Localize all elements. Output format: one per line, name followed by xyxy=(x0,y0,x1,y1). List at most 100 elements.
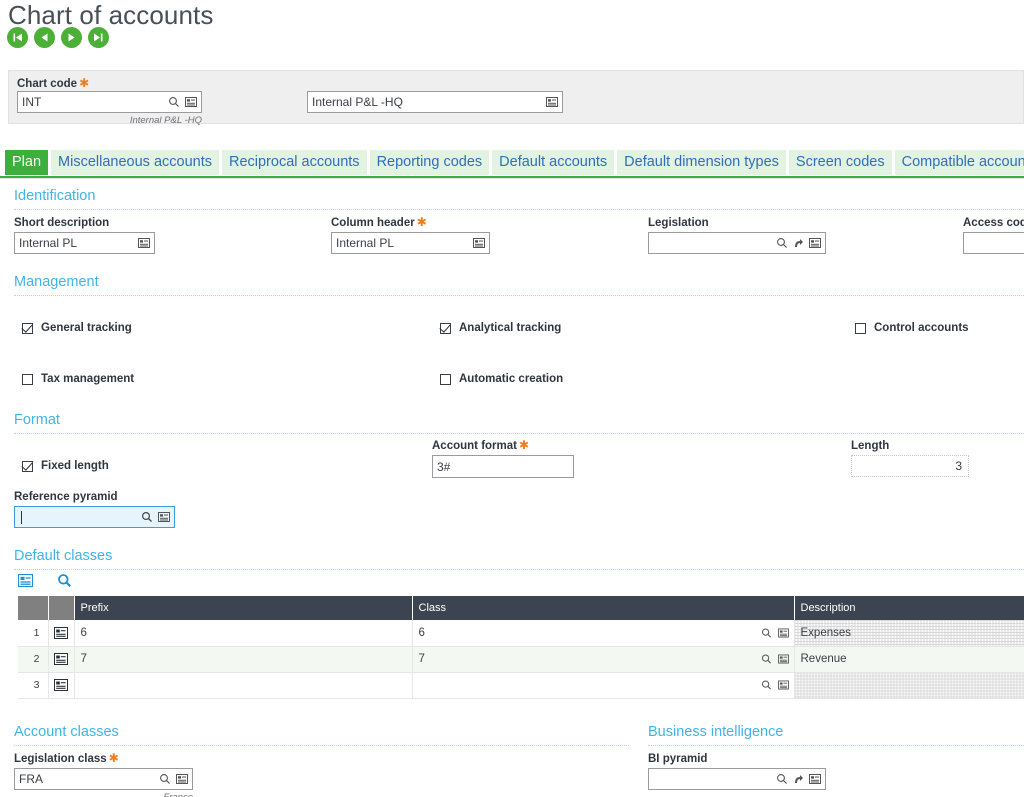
lookup-icon[interactable] xyxy=(158,512,170,522)
checkbox-label: Fixed length xyxy=(41,460,109,472)
lookup-icon[interactable] xyxy=(546,97,558,107)
lookup-icon[interactable] xyxy=(778,681,789,690)
cell-class[interactable]: 6 xyxy=(412,620,794,646)
row-actions-cell[interactable] xyxy=(48,620,74,646)
row-actions-cell[interactable] xyxy=(48,672,74,698)
cell-class[interactable] xyxy=(412,672,794,698)
required-indicator: ✱ xyxy=(417,215,427,229)
next-record-button[interactable] xyxy=(61,27,82,48)
lookup-icon[interactable] xyxy=(778,628,789,637)
checkbox-control-accounts[interactable]: Control accounts xyxy=(855,322,969,334)
cell-prefix[interactable]: 6 xyxy=(74,620,412,646)
search-icon[interactable] xyxy=(159,773,171,785)
column-header-class[interactable]: Class xyxy=(412,596,794,620)
short-description-input[interactable]: Internal PL xyxy=(14,232,155,254)
checkbox-analytical-tracking[interactable]: Analytical tracking xyxy=(440,322,561,334)
tab-screen-codes[interactable]: Screen codes xyxy=(789,150,892,175)
search-icon[interactable] xyxy=(761,654,772,665)
tab-plan[interactable]: Plan xyxy=(5,150,48,175)
lookup-icon[interactable] xyxy=(138,238,150,248)
tab-miscellaneous-accounts[interactable]: Miscellaneous accounts xyxy=(51,150,219,175)
row-menu-icon[interactable] xyxy=(54,627,68,639)
tab-reciprocal-accounts[interactable]: Reciprocal accounts xyxy=(222,150,367,175)
column-header-value: Internal PL xyxy=(332,236,473,250)
cell-prefix[interactable] xyxy=(74,672,412,698)
checkbox-general-tracking[interactable]: General tracking xyxy=(22,322,132,334)
jump-to-icon[interactable] xyxy=(793,774,804,785)
lookup-icon[interactable] xyxy=(809,774,821,784)
section-rule-default-classes xyxy=(14,569,1024,570)
cell-class[interactable]: 7 xyxy=(412,646,794,672)
chart-description-value: Internal P&L -HQ xyxy=(308,95,546,109)
checkbox-fixed-length[interactable]: Fixed length xyxy=(22,460,109,472)
row-number: 1 xyxy=(18,620,48,646)
cell-class-value: 6 xyxy=(419,627,425,639)
table-row[interactable]: 1 6 6 Expenses xyxy=(18,620,1024,646)
lookup-icon[interactable] xyxy=(473,238,485,248)
lookup-icon[interactable] xyxy=(809,238,821,248)
checkbox-label: General tracking xyxy=(41,322,132,334)
default-classes-grid[interactable]: Prefix Class Description 1 6 6 xyxy=(18,596,1024,699)
section-title-business-intelligence: Business intelligence xyxy=(648,724,783,741)
cell-prefix[interactable]: 7 xyxy=(74,646,412,672)
last-record-button[interactable] xyxy=(88,27,109,48)
search-icon[interactable] xyxy=(168,96,180,108)
account-format-value: 3# xyxy=(433,460,573,474)
default-classes-table: Prefix Class Description 1 6 6 xyxy=(18,596,1024,699)
legislation-class-input[interactable]: FRA xyxy=(14,768,193,790)
tab-bar: Plan Miscellaneous accounts Reciprocal a… xyxy=(5,150,1024,175)
checkbox-icon[interactable] xyxy=(855,323,866,334)
table-row[interactable]: 2 7 7 Revenue xyxy=(18,646,1024,672)
table-row[interactable]: 3 xyxy=(18,672,1024,698)
jump-to-icon[interactable] xyxy=(793,238,804,249)
required-indicator: ✱ xyxy=(109,751,119,765)
column-header-input[interactable]: Internal PL xyxy=(331,232,490,254)
account-format-label: Account format xyxy=(432,440,517,452)
search-icon[interactable] xyxy=(776,773,788,785)
row-menu-icon[interactable] xyxy=(54,653,68,665)
bi-pyramid-input[interactable] xyxy=(648,768,826,790)
lookup-icon[interactable] xyxy=(778,655,789,664)
column-header-prefix[interactable]: Prefix xyxy=(74,596,412,620)
account-format-input[interactable]: 3# xyxy=(432,455,574,478)
search-icon[interactable] xyxy=(776,237,788,249)
required-indicator: ✱ xyxy=(79,76,89,90)
search-icon[interactable] xyxy=(761,627,772,638)
tab-default-dimension-types[interactable]: Default dimension types xyxy=(617,150,786,175)
search-icon[interactable] xyxy=(57,573,72,588)
length-label: Length xyxy=(851,440,889,452)
checkbox-automatic-creation[interactable]: Automatic creation xyxy=(440,373,563,385)
cell-description: Revenue xyxy=(794,646,1024,672)
tab-default-accounts[interactable]: Default accounts xyxy=(492,150,614,175)
chart-code-input[interactable]: INT xyxy=(17,91,202,113)
row-actions-cell[interactable] xyxy=(48,646,74,672)
search-icon[interactable] xyxy=(141,511,153,523)
tab-reporting-codes[interactable]: Reporting codes xyxy=(370,150,490,175)
chart-description-input[interactable]: Internal P&L -HQ xyxy=(307,91,563,113)
short-description-label: Short description xyxy=(14,217,109,229)
column-header-description[interactable]: Description xyxy=(794,596,1024,620)
checkbox-icon[interactable] xyxy=(22,461,33,472)
lookup-icon[interactable] xyxy=(185,97,197,107)
grid-toolbar xyxy=(18,573,72,588)
row-menu-icon[interactable] xyxy=(54,679,68,691)
checkbox-icon[interactable] xyxy=(22,374,33,385)
legislation-input[interactable] xyxy=(648,232,826,254)
section-rule-format xyxy=(14,433,1024,434)
checkbox-icon[interactable] xyxy=(22,323,33,334)
checkbox-icon[interactable] xyxy=(440,374,451,385)
search-icon[interactable] xyxy=(761,680,772,691)
tab-compatible-accounts[interactable]: Compatible accounts xyxy=(895,150,1024,175)
first-record-button[interactable] xyxy=(7,27,28,48)
lookup-icon[interactable] xyxy=(176,774,188,784)
access-code-input[interactable] xyxy=(963,232,1024,254)
checkbox-tax-management[interactable]: Tax management xyxy=(22,373,134,385)
cell-description xyxy=(794,672,1024,698)
reference-pyramid-input[interactable] xyxy=(14,506,175,528)
checkbox-icon[interactable] xyxy=(440,323,451,334)
cell-class-value: 7 xyxy=(419,653,425,665)
cell-description: Expenses xyxy=(794,620,1024,646)
checkbox-label: Control accounts xyxy=(874,322,969,334)
previous-record-button[interactable] xyxy=(34,27,55,48)
selection-icon[interactable] xyxy=(18,574,33,587)
